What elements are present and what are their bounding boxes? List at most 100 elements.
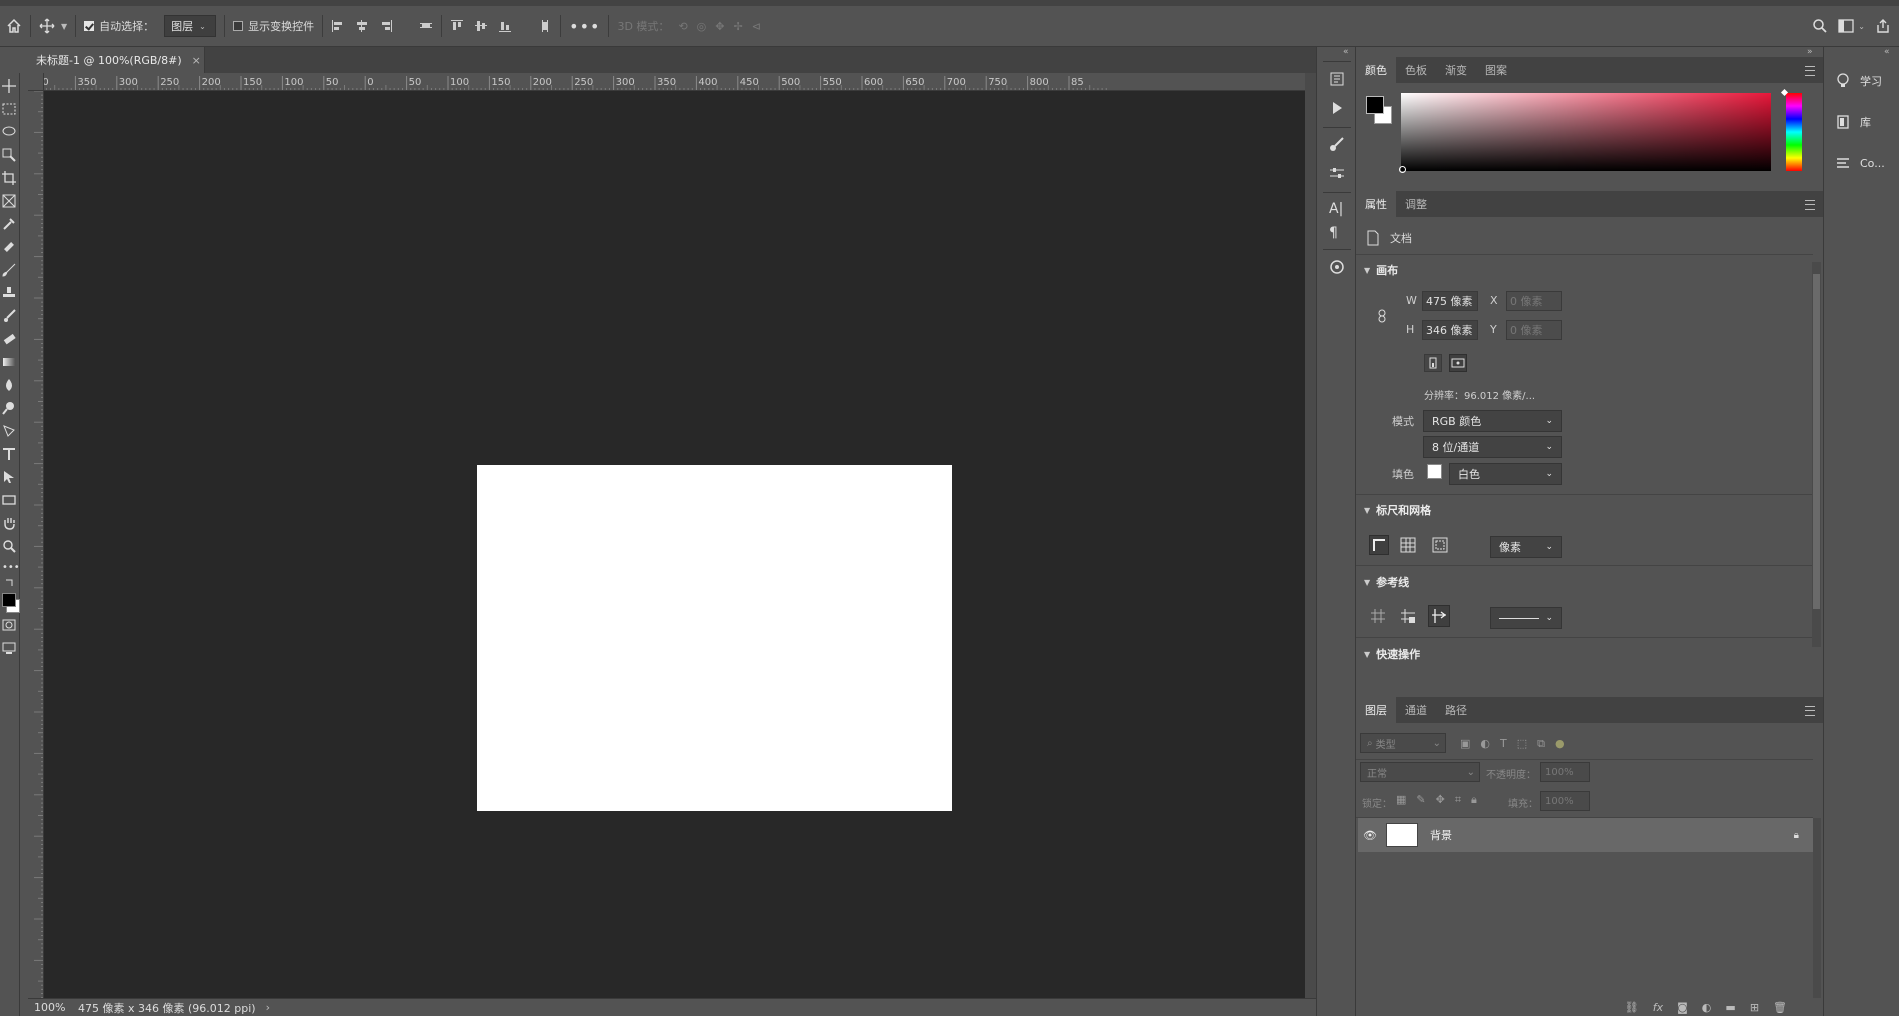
swap-colors-icon[interactable] [2, 578, 16, 592]
brush-tool-icon[interactable] [2, 263, 16, 277]
tab-paths[interactable]: 路径 [1436, 697, 1476, 723]
actions-play-icon[interactable] [1329, 100, 1345, 116]
blur-tool-icon[interactable] [2, 378, 16, 392]
edit-toolbar-icon[interactable]: ••• [2, 562, 20, 576]
auto-select-checkbox[interactable]: 自动选择： [84, 6, 154, 47]
layers-scrollbar[interactable] [1813, 818, 1821, 998]
link-icon[interactable] [1376, 309, 1388, 323]
workspace-icon[interactable] [1838, 19, 1854, 33]
guide-style-dropdown[interactable]: ⌄ [1490, 607, 1562, 629]
fill-dropdown[interactable]: 白色 ⌄ [1449, 463, 1562, 485]
rectangle-tool-icon[interactable] [2, 493, 16, 507]
tab-channels[interactable]: 通道 [1396, 697, 1436, 723]
filter-adjustment-icon[interactable]: ◐ [1480, 737, 1490, 751]
hue-slider-handle[interactable] [1780, 88, 1789, 97]
lasso-tool-icon[interactable] [2, 125, 16, 139]
guides-lock-icon[interactable] [1400, 608, 1416, 624]
expand-dock-icon[interactable]: « [1884, 47, 1890, 57]
lock-icon[interactable]: 🔒︎ [1794, 830, 1799, 841]
3d-roll-icon[interactable]: ◎ [697, 20, 707, 33]
rulers-toggle-icon[interactable] [1369, 535, 1389, 555]
chevron-down-icon[interactable]: ⌄ [1858, 22, 1865, 31]
align-right-icon[interactable] [379, 19, 393, 33]
new-group-icon[interactable]: ▬ [1725, 1001, 1735, 1014]
collapse-panels-icon[interactable]: » [1807, 47, 1813, 57]
lock-all-icon[interactable]: 🔒︎ [1471, 793, 1477, 807]
opacity-field[interactable]: 100% [1540, 762, 1590, 782]
layer-filter-dropdown[interactable]: ⌕ 类型 ⌄ [1360, 733, 1446, 753]
layer-mask-icon[interactable]: ◙ [1677, 1001, 1688, 1014]
layer-row[interactable]: 👁︎ 背景 🔒︎ [1358, 818, 1813, 852]
paragraph-panel-icon[interactable]: ¶ [1329, 225, 1345, 241]
search-icon[interactable] [1812, 18, 1828, 34]
vertical-scrollbar[interactable] [1305, 73, 1316, 998]
height-field[interactable]: 346 像素 [1422, 320, 1478, 340]
foreground-color-swatch[interactable] [2, 593, 16, 607]
color-picker-marker[interactable] [1399, 166, 1406, 173]
3d-orbit-icon[interactable]: ⟲ [678, 20, 687, 33]
brush-settings-icon[interactable] [1329, 136, 1345, 152]
tab-gradients[interactable]: 渐变 [1436, 57, 1476, 83]
blend-mode-dropdown[interactable]: 正常 ⌄ [1360, 762, 1480, 782]
history-panel-icon[interactable] [1329, 71, 1345, 87]
filter-type-icon[interactable]: T [1500, 737, 1507, 751]
zoom-tool-icon[interactable] [2, 539, 16, 553]
close-icon[interactable]: × [192, 54, 201, 67]
x-field[interactable]: 0 像素 [1506, 291, 1562, 311]
lock-transparent-icon[interactable]: ▦ [1396, 793, 1406, 807]
quick-actions-section-header[interactable]: ▼ 快速操作 [1364, 646, 1420, 662]
show-transform-checkbox[interactable]: 显示变换控件 [233, 6, 314, 47]
type-tool-icon[interactable] [2, 447, 16, 461]
eyedropper-tool-icon[interactable] [2, 217, 16, 231]
lock-artboard-icon[interactable]: ⌗ [1455, 793, 1461, 807]
quick-mask-icon[interactable] [2, 618, 16, 632]
align-left-icon[interactable] [331, 19, 345, 33]
guides-section-header[interactable]: ▼ 参考线 [1364, 574, 1409, 590]
color-mode-dropdown[interactable]: RGB 颜色 ⌄ [1423, 410, 1562, 432]
crop-tool-icon[interactable] [2, 171, 16, 185]
tab-patterns[interactable]: 图案 [1476, 57, 1516, 83]
document-tab[interactable]: 未标题-1 @ 100%(RGB/8#) × [28, 47, 205, 73]
bit-depth-dropdown[interactable]: 8 位/通道 ⌄ [1423, 436, 1562, 458]
align-top-icon[interactable] [450, 19, 464, 33]
clone-stamp-tool-icon[interactable] [2, 286, 16, 300]
properties-scrollbar[interactable] [1812, 262, 1821, 647]
filter-smart-object-icon[interactable]: ⧉ [1537, 737, 1545, 751]
rulers-grids-section-header[interactable]: ▼ 标尺和网格 [1364, 502, 1431, 518]
pixel-grid-toggle-icon[interactable] [1432, 537, 1448, 553]
libraries-panel-button[interactable]: 库 [1824, 102, 1899, 142]
move-tool-icon[interactable] [2, 79, 16, 93]
panel-menu-icon[interactable] [1805, 706, 1815, 716]
link-layers-icon[interactable]: ⛓︎ [1625, 1001, 1639, 1014]
distribute-v-icon[interactable] [538, 19, 552, 33]
panel-menu-icon[interactable] [1805, 200, 1815, 210]
character-panel-icon[interactable]: A| [1329, 201, 1345, 217]
panel-menu-icon[interactable] [1805, 66, 1815, 76]
adjustment-layer-icon[interactable]: ◐ [1702, 1001, 1712, 1014]
portrait-orientation-icon[interactable] [1424, 354, 1442, 372]
lock-image-icon[interactable]: ✎ [1416, 793, 1425, 807]
auto-select-target-dropdown[interactable]: 图层 ⌄ [164, 15, 217, 37]
layer-fill-field[interactable]: 100% [1540, 791, 1590, 811]
comments-panel-button[interactable]: Co... [1824, 143, 1899, 183]
visibility-eye-icon[interactable]: 👁︎ [1358, 829, 1382, 842]
align-middle-v-icon[interactable] [474, 19, 488, 33]
canvas-area[interactable] [44, 91, 1305, 998]
learn-panel-button[interactable]: 学习 [1824, 61, 1899, 101]
tab-properties[interactable]: 属性 [1356, 191, 1396, 217]
eraser-tool-icon[interactable] [2, 332, 16, 346]
guides-toggle-icon[interactable] [1370, 608, 1386, 624]
filter-pixel-icon[interactable]: ▣ [1460, 737, 1470, 751]
marquee-tool-icon[interactable] [2, 102, 16, 116]
screen-mode-icon[interactable] [2, 641, 16, 655]
distribute-h-icon[interactable] [419, 19, 433, 33]
adjust-sliders-icon[interactable] [1329, 165, 1345, 181]
frame-tool-icon[interactable] [2, 194, 16, 208]
tab-layers[interactable]: 图层 [1356, 697, 1396, 723]
pen-tool-icon[interactable] [2, 424, 16, 438]
home-button[interactable] [6, 6, 22, 47]
modifier-keys-icon[interactable] [1329, 259, 1345, 275]
tab-adjustments[interactable]: 调整 [1396, 191, 1436, 217]
width-field[interactable]: 475 像素 [1422, 291, 1478, 311]
path-selection-tool-icon[interactable] [2, 470, 16, 484]
